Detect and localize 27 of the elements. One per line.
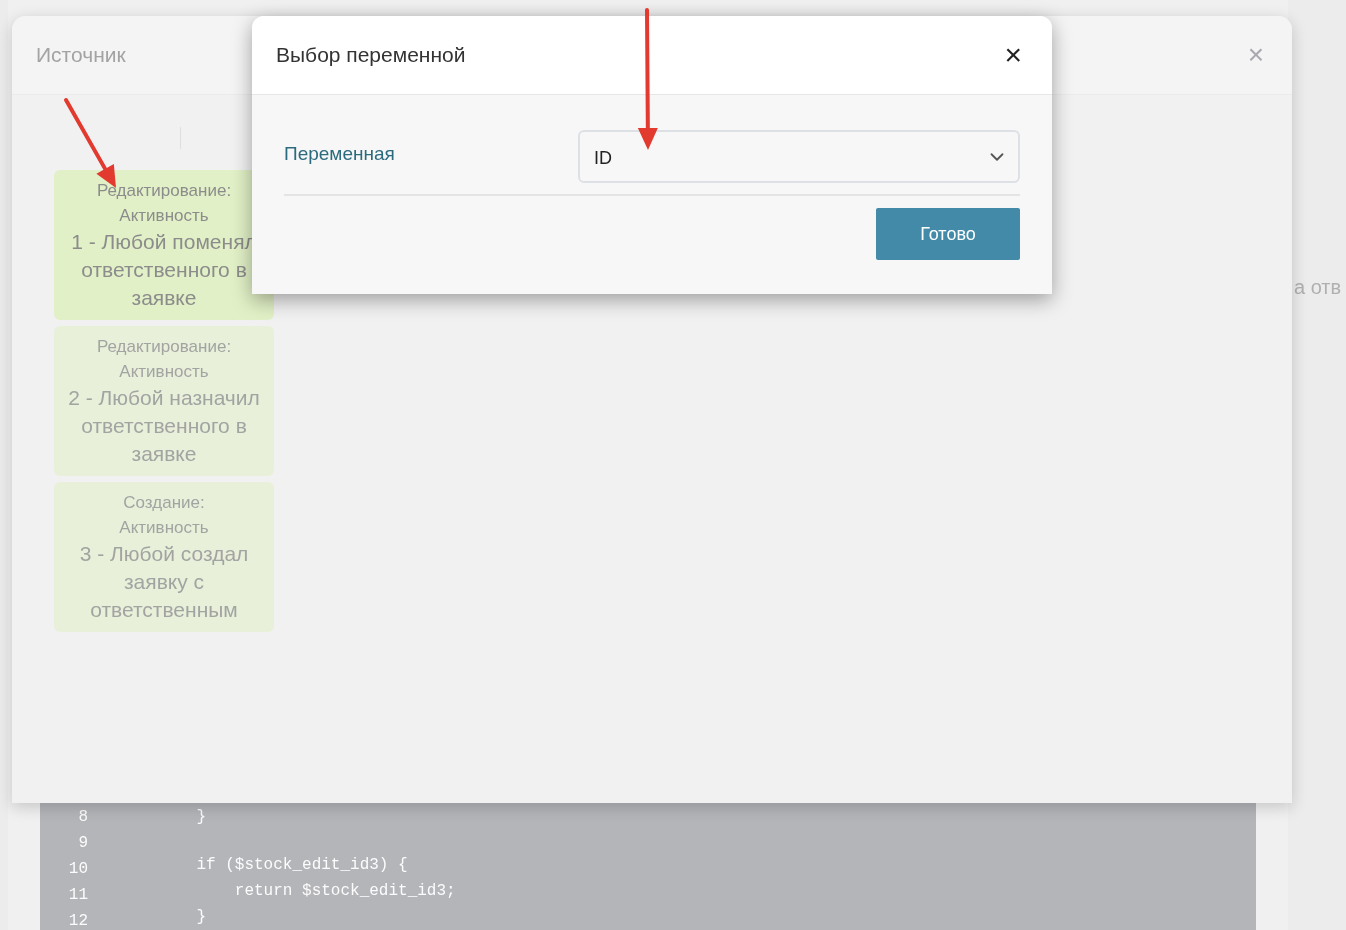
line-number: 9 [77,833,89,854]
close-button[interactable]: × [1004,40,1022,70]
line-number: 10 [67,859,89,880]
event-category: Активность [119,517,209,539]
background-text: а отв [1294,275,1342,300]
event-type: Создание: [123,492,205,514]
code-line: } [195,907,207,928]
event-category: Активность [119,361,209,383]
line-number: 8 [77,807,89,828]
done-button[interactable]: Готово [876,208,1020,260]
line-number: 12 [67,911,89,930]
code-line: return $stock_edit_id3; [233,881,456,902]
event-card[interactable]: Создание: Активность 3 - Любой создал заявку с ответственным [54,482,274,632]
event-name: 2 - Любой назначил ответственного в заявке [67,385,261,467]
event-type: Редактирование: [96,336,232,358]
close-button[interactable]: × [1243,41,1268,69]
code-line: if ($stock_edit_id3) { [195,855,409,876]
line-number: 11 [67,885,89,906]
event-type: Редактирование: [96,180,232,202]
code-line: } [195,807,207,828]
event-name: 3 - Любой создал заявку с ответственным [78,541,250,623]
variable-select[interactable]: ID [578,130,1020,183]
event-category: Активность [119,205,209,227]
modal-title: Источник [36,42,126,69]
event-card[interactable]: Редактирование: Активность 2 - Любой назначил ответственного в заявке [54,326,274,476]
field-label: Переменная [284,142,395,166]
dialog-title: Выбор переменной [276,42,466,69]
